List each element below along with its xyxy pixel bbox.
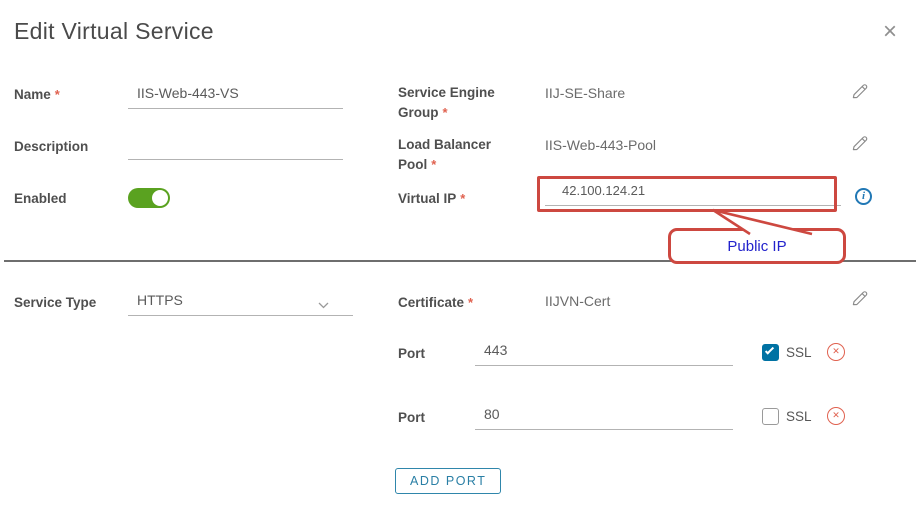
description-label: Description — [14, 137, 88, 157]
edit-virtual-service-dialog: Edit Virtual Service × Name * Description… — [0, 0, 920, 510]
name-input[interactable] — [128, 85, 343, 109]
info-icon[interactable]: i — [855, 188, 872, 205]
virtual-ip-input[interactable] — [545, 183, 841, 206]
dialog-title: Edit Virtual Service — [14, 18, 214, 45]
add-port-button[interactable]: ADD PORT — [395, 468, 501, 494]
ssl-checkbox-wrap — [762, 344, 779, 361]
service-engine-group-label: Service Engine Group * — [398, 83, 513, 124]
public-ip-callout: Public IP — [668, 228, 846, 264]
enabled-toggle[interactable] — [128, 188, 170, 208]
seg-label-line2: Group — [398, 105, 439, 120]
required-marker: * — [468, 295, 473, 310]
lbp-label-line2: Pool — [398, 157, 427, 172]
seg-label-line1: Service Engine — [398, 85, 495, 100]
required-marker: * — [55, 87, 60, 102]
required-marker: * — [443, 105, 448, 120]
name-label: Name * — [14, 85, 60, 105]
ssl-checkbox-80[interactable] — [762, 408, 779, 425]
port-label: Port — [398, 344, 425, 364]
port-label: Port — [398, 408, 425, 428]
virtual-ip-label-text: Virtual IP — [398, 191, 456, 206]
certificate-value: IIJVN-Cert — [545, 293, 610, 309]
name-label-text: Name — [14, 87, 51, 102]
required-marker: * — [431, 157, 436, 172]
pencil-icon — [850, 289, 869, 308]
lbp-label-line1: Load Balancer — [398, 137, 491, 152]
ssl-checkbox-wrap — [762, 408, 779, 425]
toggle-knob-icon — [152, 190, 168, 206]
ssl-label: SSL — [786, 345, 812, 360]
service-engine-group-value: IIJ-SE-Share — [545, 85, 625, 101]
service-type-label: Service Type — [14, 293, 96, 313]
virtual-ip-label: Virtual IP * — [398, 189, 465, 209]
service-type-value: HTTPS — [137, 292, 183, 308]
edit-service-engine-group-button[interactable] — [850, 82, 870, 102]
load-balancer-pool-value: IIS-Web-443-Pool — [545, 137, 656, 153]
port-input-443[interactable] — [475, 342, 733, 366]
remove-port-80-icon[interactable]: ✕ — [827, 407, 845, 425]
load-balancer-pool-label: Load Balancer Pool * — [398, 135, 513, 176]
close-icon[interactable]: × — [876, 18, 904, 46]
ssl-checkbox-443[interactable] — [762, 344, 779, 361]
enabled-label: Enabled — [14, 189, 67, 209]
certificate-label-text: Certificate — [398, 295, 464, 310]
certificate-label: Certificate * — [398, 293, 473, 313]
description-input[interactable] — [128, 136, 343, 160]
pencil-icon — [850, 82, 869, 101]
remove-port-443-icon[interactable]: ✕ — [827, 343, 845, 361]
edit-certificate-button[interactable] — [850, 289, 870, 309]
pencil-icon — [850, 134, 869, 153]
port-input-80[interactable] — [475, 406, 733, 430]
service-type-select[interactable]: HTTPS — [128, 292, 353, 316]
required-marker: * — [460, 191, 465, 206]
ssl-label: SSL — [786, 409, 812, 424]
edit-load-balancer-pool-button[interactable] — [850, 134, 870, 154]
chevron-down-icon — [318, 296, 329, 312]
